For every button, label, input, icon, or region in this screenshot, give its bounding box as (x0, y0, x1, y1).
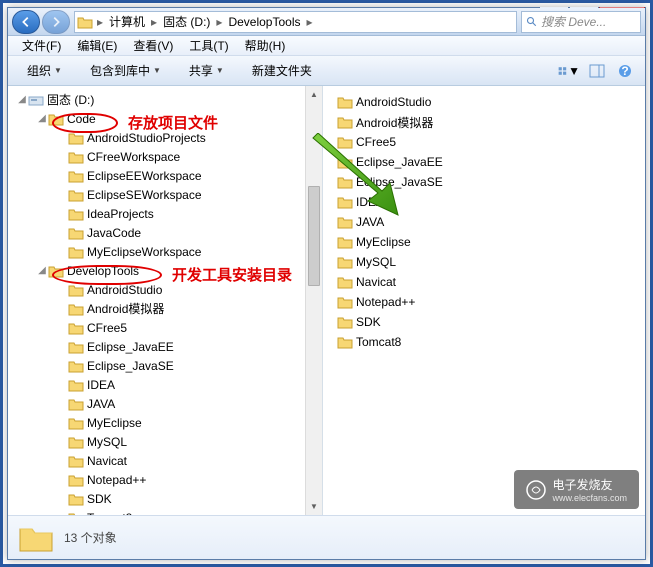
menu-tools[interactable]: 工具(T) (181, 35, 236, 56)
list-item[interactable]: Eclipse_JavaSE (335, 172, 641, 192)
nav-buttons (12, 10, 70, 34)
tree-item[interactable]: JAVA (12, 394, 322, 413)
svg-text:?: ? (621, 64, 628, 78)
view-options-button[interactable]: ▼ (557, 60, 581, 82)
tree-item[interactable]: CFree5 (12, 318, 322, 337)
tree-devtools-folder[interactable]: ◢DevelopTools (12, 261, 322, 280)
chevron-down-icon: ▼ (568, 64, 580, 78)
arrow-left-icon (19, 15, 33, 29)
list-item[interactable]: AndroidStudio (335, 92, 641, 112)
scroll-up-button[interactable]: ▲ (306, 86, 322, 103)
tree-drive[interactable]: ◢固态 (D:) (12, 90, 322, 109)
menu-file[interactable]: 文件(F) (14, 35, 69, 56)
arrow-right-icon (49, 15, 63, 29)
tree-scrollbar[interactable]: ▲ ▼ (305, 86, 322, 515)
list-item[interactable]: JAVA (335, 212, 641, 232)
screenshot-border: ─ □ ✕ ▸ 计算机 ▸ 固态 (D:) ▸ DevelopTools ▸ 搜… (0, 0, 653, 567)
chevron-right-icon: ▸ (214, 15, 224, 29)
expander-icon[interactable]: ◢ (36, 265, 48, 276)
folder-icon (77, 15, 93, 29)
breadcrumb-drive[interactable]: 固态 (D:) (159, 13, 214, 30)
chevron-right-icon: ▸ (304, 15, 314, 29)
menubar: 文件(F) 编辑(E) 查看(V) 工具(T) 帮助(H) (8, 36, 645, 56)
tree-item[interactable]: CFreeWorkspace (12, 147, 322, 166)
tree-item[interactable]: Android模拟器 (12, 299, 322, 318)
view-icon (558, 64, 568, 78)
expander-icon[interactable]: ◢ (16, 94, 28, 105)
preview-pane-button[interactable] (585, 60, 609, 82)
search-icon (526, 16, 538, 28)
breadcrumb-computer[interactable]: 计算机 (105, 13, 149, 30)
chevron-right-icon: ▸ (95, 15, 105, 29)
newfolder-button[interactable]: 新建文件夹 (241, 58, 323, 83)
help-icon: ? (618, 64, 632, 78)
tree-item[interactable]: IdeaProjects (12, 204, 322, 223)
expander-icon[interactable]: ◢ (36, 113, 48, 124)
forward-button[interactable] (42, 10, 70, 34)
menu-help[interactable]: 帮助(H) (237, 35, 294, 56)
titlebar: ▸ 计算机 ▸ 固态 (D:) ▸ DevelopTools ▸ 搜索 Deve… (8, 8, 645, 36)
tree-item[interactable]: Notepad++ (12, 470, 322, 489)
tree-item[interactable]: AndroidStudio (12, 280, 322, 299)
share-button[interactable]: 共享▼ (178, 58, 235, 83)
toolbar: 组织▼ 包含到库中▼ 共享▼ 新建文件夹 ▼ ? (8, 56, 645, 86)
breadcrumb[interactable]: ▸ 计算机 ▸ 固态 (D:) ▸ DevelopTools ▸ (74, 11, 517, 33)
menu-view[interactable]: 查看(V) (125, 35, 181, 56)
tree-item[interactable]: JavaCode (12, 223, 322, 242)
chevron-down-icon: ▼ (153, 66, 161, 75)
tree-item[interactable]: Navicat (12, 451, 322, 470)
scroll-down-button[interactable]: ▼ (306, 498, 322, 515)
tree-item[interactable]: SDK (12, 489, 322, 508)
list-item[interactable]: SDK (335, 312, 641, 332)
tree-item[interactable]: MyEclipse (12, 413, 322, 432)
chevron-right-icon: ▸ (149, 15, 159, 29)
tree-item[interactable]: MyEclipseWorkspace (12, 242, 322, 261)
tree-item[interactable]: AndroidStudioProjects (12, 128, 322, 147)
list-item[interactable]: MyEclipse (335, 232, 641, 252)
tree-item[interactable]: IDEA (12, 375, 322, 394)
pane-icon (589, 64, 605, 78)
list-item[interactable]: IDEA (335, 192, 641, 212)
file-list[interactable]: AndroidStudioAndroid模拟器CFree5Eclipse_Jav… (323, 86, 645, 515)
breadcrumb-folder[interactable]: DevelopTools (224, 15, 304, 29)
tree-item[interactable]: Eclipse_JavaSE (12, 356, 322, 375)
scroll-thumb[interactable] (308, 186, 320, 286)
organize-button[interactable]: 组织▼ (16, 58, 73, 83)
list-item[interactable]: Android模拟器 (335, 112, 641, 132)
tree-item[interactable]: Tomcat8 (12, 508, 322, 515)
list-item[interactable]: Navicat (335, 272, 641, 292)
list-item[interactable]: CFree5 (335, 132, 641, 152)
menu-edit[interactable]: 编辑(E) (69, 35, 125, 56)
search-placeholder: 搜索 Deve... (541, 13, 606, 30)
folder-icon (18, 523, 54, 553)
navigation-tree[interactable]: ◢固态 (D:)◢CodeAndroidStudioProjectsCFreeW… (8, 86, 323, 515)
list-item[interactable]: Tomcat8 (335, 332, 641, 352)
include-button[interactable]: 包含到库中▼ (79, 58, 172, 83)
chevron-down-icon: ▼ (216, 66, 224, 75)
tree-item[interactable]: MySQL (12, 432, 322, 451)
chevron-down-icon: ▼ (54, 66, 62, 75)
status-text: 13 个对象 (64, 529, 117, 546)
back-button[interactable] (12, 10, 40, 34)
content-area: ◢固态 (D:)◢CodeAndroidStudioProjectsCFreeW… (8, 86, 645, 515)
explorer-window: ─ □ ✕ ▸ 计算机 ▸ 固态 (D:) ▸ DevelopTools ▸ 搜… (7, 7, 646, 560)
tree-code-folder[interactable]: ◢Code (12, 109, 322, 128)
tree-item[interactable]: Eclipse_JavaEE (12, 337, 322, 356)
help-button[interactable]: ? (613, 60, 637, 82)
search-input[interactable]: 搜索 Deve... (521, 11, 641, 33)
list-item[interactable]: MySQL (335, 252, 641, 272)
statusbar: 13 个对象 (8, 515, 645, 559)
tree-item[interactable]: EclipseSEWorkspace (12, 185, 322, 204)
list-item[interactable]: Notepad++ (335, 292, 641, 312)
tree-item[interactable]: EclipseEEWorkspace (12, 166, 322, 185)
list-item[interactable]: Eclipse_JavaEE (335, 152, 641, 172)
